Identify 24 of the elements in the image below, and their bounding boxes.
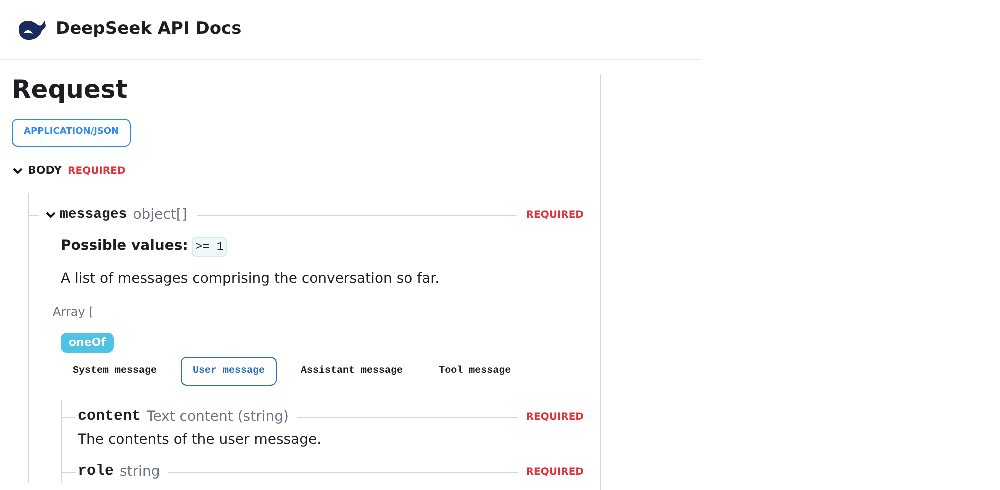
schema-tab[interactable]: System message (61, 357, 170, 386)
oneof-badge: oneOf (61, 333, 114, 353)
section-heading: Request (12, 74, 129, 106)
field-name: role (78, 462, 114, 482)
schema-tab[interactable]: Assistant message (289, 357, 416, 386)
content-type-button[interactable]: APPLICATION/JSON (12, 119, 132, 147)
possible-value-code: >= 1 (192, 236, 228, 256)
array-label: Array [ (53, 304, 94, 321)
field-name[interactable]: messages (60, 204, 128, 226)
possible-values-label: Possible values: (61, 237, 188, 256)
body-label[interactable]: BODY (28, 162, 62, 180)
field-type: Text content (string) (147, 408, 289, 426)
field-description: A list of messages comprising the conversation so far. (61, 270, 441, 289)
field-name: content (78, 406, 142, 427)
schema-tab[interactable]: Tool message (427, 357, 524, 386)
field-type: object[] (133, 206, 188, 224)
required-label: REQUIRED (68, 164, 126, 178)
field-description: The contents of the user message. (78, 431, 323, 450)
required-label: REQUIRED (526, 410, 584, 424)
required-label: REQUIRED (526, 466, 584, 480)
schema-tab[interactable]: User message (181, 357, 278, 386)
required-label: REQUIRED (526, 208, 584, 222)
field-type: string (120, 462, 160, 482)
site-title[interactable]: DeepSeek API Docs (56, 16, 242, 42)
